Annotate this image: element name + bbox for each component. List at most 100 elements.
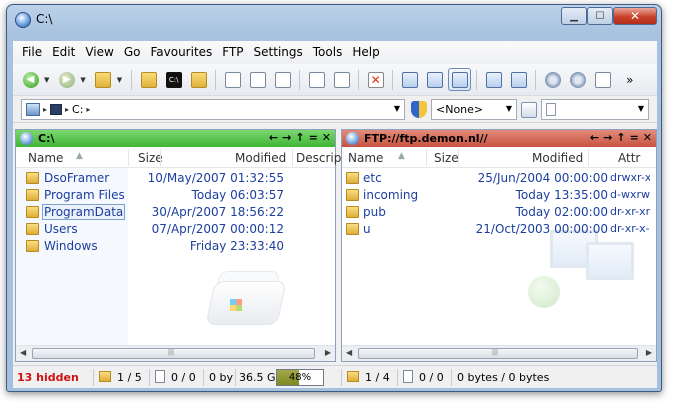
up-button[interactable]	[92, 68, 115, 91]
forward-icon: ▶	[58, 71, 75, 88]
column-size[interactable]: Size	[138, 151, 163, 165]
column-modified[interactable]: Modified	[532, 151, 583, 165]
quick-filter-dropdown-icon[interactable]: ▼	[638, 104, 644, 113]
left-pane[interactable]: C:\ ← → ↑ = ✕ Name ▲ Size Modified Descr…	[15, 129, 341, 362]
quick-filter-input[interactable]: ▼	[541, 99, 649, 120]
toolbar-separator	[535, 69, 537, 90]
list-item[interactable]: ProgramData 30/Apr/2007 18:56:22	[16, 204, 335, 221]
rename-button[interactable]	[271, 68, 294, 91]
up-arrow-icon[interactable]: ↑	[616, 131, 625, 144]
right-pane-buttons: ← → ↑ = ✕	[590, 131, 652, 144]
users-button[interactable]	[566, 68, 589, 91]
font-button[interactable]	[591, 68, 614, 91]
search-button[interactable]	[330, 68, 353, 91]
minimize-button[interactable]: ▁	[561, 7, 587, 25]
close-button[interactable]: ✕	[613, 7, 657, 25]
command-prompt-button[interactable]: C:\	[162, 68, 185, 91]
new-folder-star-icon	[190, 71, 207, 88]
scroll-left-icon[interactable]: ◀	[346, 348, 352, 357]
scroll-right-icon[interactable]: ▶	[646, 348, 652, 357]
list-item[interactable]: pub Today 02:00:00 dr-xr-xr-x	[342, 204, 656, 221]
left-arrow-icon[interactable]: ←	[590, 131, 599, 144]
maximize-pane-icon[interactable]: =	[630, 131, 639, 144]
right-arrow-icon[interactable]: →	[603, 131, 612, 144]
forward-dropdown-icon[interactable]: ▼	[80, 76, 85, 84]
new-folder-button[interactable]	[137, 68, 160, 91]
menu-settings[interactable]: Settings	[249, 45, 308, 59]
column-name[interactable]: Name	[28, 151, 63, 165]
list-item[interactable]: incoming Today 13:35:00 d-wxrwx-wx	[342, 187, 656, 204]
maximize-pane-icon[interactable]: =	[309, 131, 318, 144]
move-button[interactable]	[246, 68, 269, 91]
path-segment[interactable]: C:	[72, 103, 83, 116]
left-horizontal-scrollbar[interactable]: ◀ ||| ▶	[16, 345, 335, 361]
hidden-count[interactable]: 13 hidden	[17, 371, 79, 384]
file-name: DsoFramer	[44, 171, 110, 185]
shield-icon[interactable]	[411, 101, 427, 118]
column-attr[interactable]: Attr	[618, 151, 640, 165]
column-size[interactable]: Size	[434, 151, 459, 165]
scroll-left-icon[interactable]: ◀	[20, 348, 26, 357]
toolbar-overflow-icon[interactable]: »	[626, 73, 633, 87]
menu-ftp[interactable]: FTP	[217, 45, 248, 59]
list-item[interactable]: Program Files Today 06:03:57	[16, 187, 335, 204]
menu-view[interactable]: View	[80, 45, 118, 59]
list-item[interactable]: Users 07/Apr/2007 00:00:12	[16, 221, 335, 238]
close-pane-icon[interactable]: ✕	[322, 131, 331, 144]
breadcrumb-arrow-icon[interactable]: ▸	[86, 105, 90, 114]
menu-help[interactable]: Help	[347, 45, 384, 59]
dual-pane-button[interactable]	[448, 68, 472, 91]
move-icon	[249, 71, 266, 88]
list-item[interactable]: etc 25/Jun/2004 00:00:00 drwxr-xr-x	[342, 170, 656, 187]
filter-icon[interactable]	[521, 101, 537, 118]
file-name: ProgramData	[41, 204, 126, 220]
title-bar[interactable]: C:\ ▁ ☐ ✕	[7, 5, 661, 33]
filter-select[interactable]: <None> ▼	[431, 99, 517, 120]
file-modified: 30/Apr/2007 18:56:22	[151, 205, 284, 219]
left-pane-header[interactable]: C:\ ← → ↑ = ✕	[16, 130, 335, 147]
close-pane-icon[interactable]: ✕	[643, 131, 652, 144]
list-item[interactable]: u 21/Oct/2003 00:00:00 dr-xr-x---	[342, 221, 656, 238]
right-pane[interactable]: FTP://ftp.demon.nl// ← → ↑ = ✕ Name ▲ Si…	[341, 129, 657, 362]
path-dropdown-icon[interactable]: ▼	[394, 104, 400, 113]
copy-button[interactable]	[221, 68, 244, 91]
right-arrow-icon[interactable]: →	[282, 131, 291, 144]
list-item[interactable]: Windows Friday 23:33:40	[16, 238, 335, 255]
breadcrumb-arrow-icon[interactable]: ▸	[43, 105, 47, 114]
filter-dropdown-icon[interactable]: ▼	[506, 104, 512, 113]
sync-button[interactable]	[541, 68, 564, 91]
window-title: C:\	[36, 12, 53, 26]
path-box[interactable]: ▸ ▸ C: ▸ ▼	[21, 99, 405, 120]
right-horizontal-scrollbar[interactable]: ◀ ||| ▶	[342, 345, 656, 361]
menu-edit[interactable]: Edit	[47, 45, 80, 59]
menu-file[interactable]: File	[17, 45, 47, 59]
up-arrow-icon[interactable]: ↑	[295, 131, 304, 144]
scroll-right-icon[interactable]: ▶	[325, 348, 331, 357]
preview-button[interactable]	[482, 68, 505, 91]
menu-favourites[interactable]: Favourites	[145, 45, 217, 59]
up-dropdown-icon[interactable]: ▼	[117, 76, 122, 84]
history-button[interactable]	[305, 68, 328, 91]
back-dropdown-icon[interactable]: ▼	[44, 76, 49, 84]
left-arrow-icon[interactable]: ←	[269, 131, 278, 144]
menu-tools[interactable]: Tools	[308, 45, 348, 59]
new-item-button[interactable]	[187, 68, 210, 91]
column-description[interactable]: Descrip	[296, 151, 341, 165]
forward-button[interactable]: ▶	[55, 68, 78, 91]
list-item[interactable]: DsoFramer 10/May/2007 01:32:55	[16, 170, 335, 187]
column-modified[interactable]: Modified	[235, 151, 286, 165]
column-name[interactable]: Name	[348, 151, 383, 165]
details-view-button[interactable]	[398, 68, 421, 91]
back-button[interactable]: ◀	[19, 68, 42, 91]
maximize-button[interactable]: ☐	[587, 7, 613, 25]
delete-button[interactable]: ✕	[364, 68, 387, 91]
filter-value: <None>	[436, 103, 484, 116]
view-mode-button[interactable]	[507, 68, 530, 91]
list-view-button[interactable]	[423, 68, 446, 91]
page-icon	[546, 103, 556, 116]
dual-pane-icon	[451, 71, 468, 88]
file-name: Users	[44, 222, 78, 236]
right-pane-header[interactable]: FTP://ftp.demon.nl// ← → ↑ = ✕	[342, 130, 656, 147]
breadcrumb-arrow-icon[interactable]: ▸	[65, 105, 69, 114]
menu-go[interactable]: Go	[119, 45, 146, 59]
